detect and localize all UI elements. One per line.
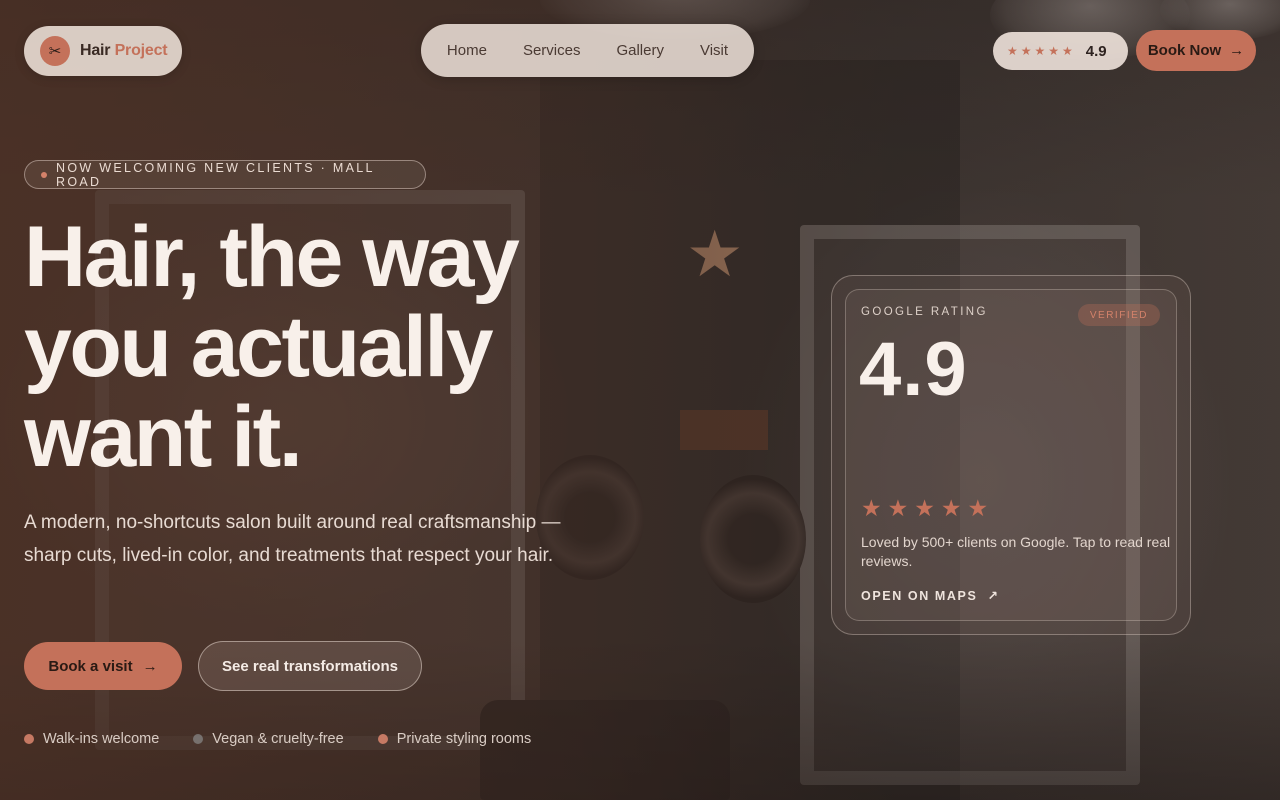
hero-subtitle: A modern, no-shortcuts salon built aroun… xyxy=(24,512,561,566)
headline-line-2: you actually xyxy=(24,299,494,395)
announcement-text: NOW WELCOMING NEW CLIENTS · MALL ROAD xyxy=(56,160,375,189)
feature-item: Walk-ins welcome xyxy=(24,731,159,747)
verified-badge: VERIFIED xyxy=(1077,304,1160,326)
nav-services[interactable]: Services xyxy=(505,42,599,59)
see-transformations-button[interactable]: See real transformations xyxy=(198,641,422,691)
feature-label: Vegan & cruelty-free xyxy=(212,731,344,747)
open-on-maps-label: OPEN ON MAPS xyxy=(861,588,978,603)
bullet-dot-icon xyxy=(193,734,204,744)
rating-card-value: 4.9 xyxy=(859,327,968,412)
star-rating-icons: ★★★★★ xyxy=(861,495,995,521)
status-dot-icon xyxy=(41,171,47,178)
announcement-pill: NOW WELCOMING NEW CLIENTS · MALL ROAD xyxy=(24,160,426,189)
feature-label: Private styling rooms xyxy=(396,731,532,747)
open-on-maps-link[interactable]: OPEN ON MAPS ↗ xyxy=(861,588,1000,604)
header-rating-value: 4.9 xyxy=(1085,42,1107,60)
see-transformations-label: See real transformations xyxy=(222,657,398,675)
brand-name: Hair Project xyxy=(80,42,168,59)
nav-visit[interactable]: Visit xyxy=(682,42,746,59)
nav-home[interactable]: Home xyxy=(429,42,505,59)
star-rating-icons: ★★★★★ xyxy=(1007,44,1076,58)
feature-list: Walk-ins welcome Vegan & cruelty-free Pr… xyxy=(24,731,565,747)
book-visit-label: Book a visit xyxy=(48,657,133,675)
scissors-icon: ✂ xyxy=(40,36,70,66)
main-nav: Home Services Gallery Visit xyxy=(421,24,754,77)
book-now-button[interactable]: Book Now → xyxy=(1136,30,1256,71)
arrow-up-right-icon: ↗ xyxy=(987,589,1000,603)
feature-item: Private styling rooms xyxy=(377,731,532,747)
arrow-right-icon: → xyxy=(142,657,158,675)
google-rating-card[interactable]: GOOGLE RATING VERIFIED 4.9 ★★★★★ Loved b… xyxy=(831,275,1191,635)
bullet-dot-icon xyxy=(377,734,388,744)
bullet-dot-icon xyxy=(24,734,34,744)
headline-line-3: want it. xyxy=(24,389,303,485)
feature-item: Vegan & cruelty-free xyxy=(193,731,344,747)
rating-card-description: Loved by 500+ clients on Google. Tap to … xyxy=(861,534,1171,569)
headline-line-1: Hair, the way xyxy=(24,209,520,305)
arrow-right-icon: → xyxy=(1229,42,1245,59)
feature-label: Walk-ins welcome xyxy=(43,731,160,747)
book-visit-button[interactable]: Book a visit → xyxy=(24,642,182,690)
header-rating-badge[interactable]: ★★★★★ 4.9 xyxy=(993,32,1128,70)
nav-gallery[interactable]: Gallery xyxy=(598,42,682,59)
brand-logo[interactable]: ✂ Hair Project xyxy=(24,26,182,76)
hero-headline: Hair, the way you actually want it. xyxy=(24,212,624,482)
rating-card-label: GOOGLE RATING xyxy=(861,306,988,318)
book-now-label: Book Now xyxy=(1147,42,1222,59)
